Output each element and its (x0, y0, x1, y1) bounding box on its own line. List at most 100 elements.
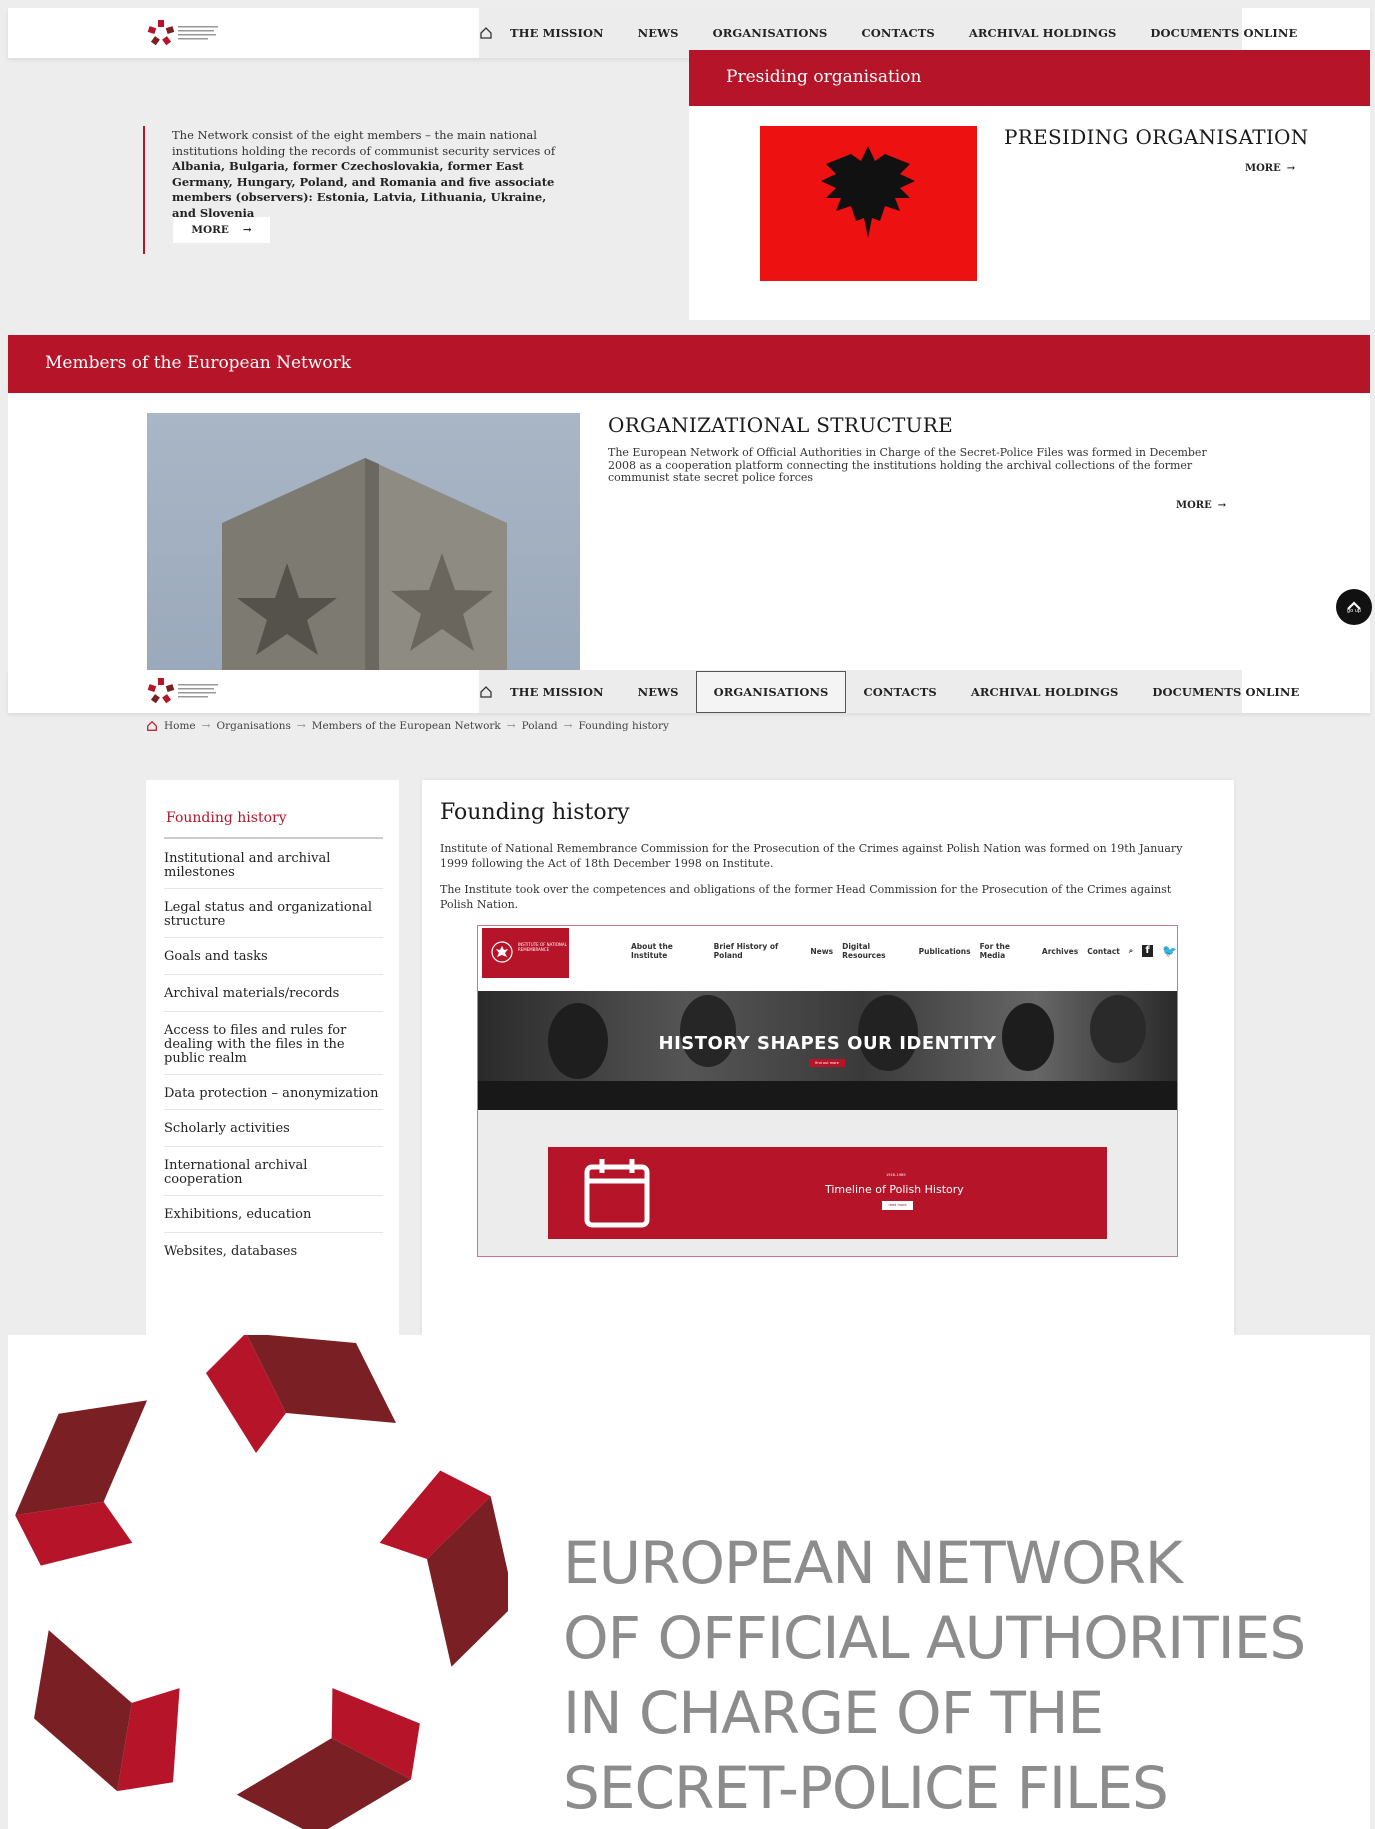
intro-text: The Network consist of the eight members… (172, 128, 567, 221)
network-logo-icon[interactable] (146, 676, 226, 706)
nav-news[interactable]: NEWS (621, 12, 696, 54)
ipn-timeline-card[interactable]: 1918–1989 Timeline of Polish History rea… (548, 1147, 1107, 1239)
sidebar-item-founding-history[interactable]: Founding history (166, 810, 287, 826)
sidebar-item-goals[interactable]: Goals and tasks (164, 938, 383, 975)
nav-the-mission[interactable]: THE MISSION (493, 12, 621, 54)
sidebar-item-international[interactable]: International archival cooperation (164, 1147, 383, 1196)
ipn-banner-button[interactable]: find out more (809, 1059, 845, 1067)
ipn-website-screenshot[interactable]: INSTITUTE OF NATIONAL REMEMBRANCE About … (477, 925, 1178, 1257)
nav-documents-online[interactable]: DOCUMENTS ONLINE (1135, 671, 1316, 713)
intro-more-label: MORE (191, 224, 229, 236)
main-menu: THE MISSION NEWS ORGANISATIONS CONTACTS … (479, 670, 1299, 713)
presiding-more-label: MORE (1245, 163, 1281, 174)
arrow-right-icon: → (1286, 163, 1296, 174)
network-name-line-2: OF OFFICIAL AUTHORITIES (563, 1604, 1306, 1672)
structure-title: ORGANIZATIONAL STRUCTURE (608, 413, 954, 437)
network-name-line-3: IN CHARGE OF THE (563, 1679, 1104, 1747)
ipn-banner: HISTORY SHAPES OUR IDENTITY find out mor… (478, 991, 1177, 1110)
nav-archival-holdings[interactable]: ARCHIVAL HOLDINGS (952, 12, 1134, 54)
ipn-menu-history[interactable]: Brief History of Poland (714, 942, 802, 960)
nav-news[interactable]: NEWS (621, 671, 696, 713)
arrow-right-icon: → (242, 224, 252, 236)
ipn-card-subtitle: 1918–1989 (886, 1173, 906, 1177)
nav-organisations[interactable]: ORGANISATIONS (696, 12, 845, 54)
intro-plain: The Network consist of the eight members… (172, 128, 556, 158)
breadcrumb-separator: → (201, 720, 211, 732)
intro-more-button[interactable]: MORE → (173, 217, 270, 243)
ipn-logo-text: INSTITUTE OF NATIONAL REMEMBRANCE (518, 942, 567, 952)
ipn-banner-title: HISTORY SHAPES OUR IDENTITY (658, 1033, 997, 1054)
network-name-line-1: EUROPEAN NETWORK (563, 1529, 1183, 1597)
ipn-card-button[interactable]: read more (882, 1201, 913, 1210)
breadcrumb-home[interactable]: Home (164, 720, 196, 732)
ipn-menu-contact[interactable]: Contact (1087, 947, 1120, 956)
presiding-header-label: Presiding organisation (726, 67, 922, 87)
members-header-label: Members of the European Network (45, 353, 352, 373)
intro-accent-bar (143, 126, 145, 254)
nav-the-mission[interactable]: THE MISSION (493, 671, 621, 713)
ipn-menu-media[interactable]: For the Media (980, 942, 1033, 960)
sidebar-item-exhibitions[interactable]: Exhibitions, education (164, 1196, 383, 1233)
breadcrumb: Home → Organisations → Members of the Eu… (146, 720, 669, 732)
arrow-right-icon: → (1217, 500, 1227, 511)
nav-documents-online[interactable]: DOCUMENTS ONLINE (1133, 12, 1314, 54)
article-paragraph-2: The Institute took over the competences … (440, 883, 1172, 911)
sidebar-item-milestones[interactable]: Institutional and archival milestones (164, 852, 383, 889)
sidebar-item-legal-status[interactable]: Legal status and organizational structur… (164, 889, 383, 938)
sidebar-divider (164, 837, 383, 839)
go-up-label: go up (1346, 608, 1362, 614)
members-header: Members of the European Network (8, 335, 1370, 393)
structure-more-label: MORE (1176, 500, 1212, 511)
breadcrumb-separator: → (296, 720, 306, 732)
ipn-logo: INSTITUTE OF NATIONAL REMEMBRANCE (482, 928, 569, 978)
ipn-menu-digital[interactable]: Digital Resources (842, 942, 910, 960)
presiding-title: PRESIDING ORGANISATION (1004, 125, 1309, 149)
sidebar-item-scholarly[interactable]: Scholarly activities (164, 1110, 383, 1147)
sidebar-item-data-protection[interactable]: Data protection – anonymization (164, 1075, 383, 1110)
breadcrumb-poland[interactable]: Poland (522, 720, 558, 732)
network-name: EUROPEAN NETWORK OF OFFICIAL AUTHORITIES… (563, 1526, 1306, 1826)
twitter-icon[interactable]: 🐦 (1162, 944, 1177, 958)
home-icon[interactable] (479, 670, 493, 713)
go-up-button[interactable]: go up (1336, 589, 1372, 625)
monument-photo[interactable] (147, 413, 580, 670)
breadcrumb-organisations[interactable]: Organisations (216, 720, 290, 732)
sidebar-item-archival-materials[interactable]: Archival materials/records (164, 975, 383, 1012)
facebook-icon[interactable]: f (1142, 945, 1154, 957)
breadcrumb-members[interactable]: Members of the European Network (312, 720, 501, 732)
ipn-menu-archives[interactable]: Archives (1042, 947, 1078, 956)
sidebar-item-websites[interactable]: Websites, databases (164, 1233, 383, 1267)
home-icon[interactable] (479, 8, 493, 58)
calendar-icon (584, 1159, 650, 1228)
home-icon[interactable] (146, 720, 158, 732)
structure-description: The European Network of Official Authori… (608, 446, 1207, 484)
sidebar-list: Institutional and archival milestones Le… (164, 852, 383, 1267)
sidebar-item-access-to-files[interactable]: Access to files and rules for dealing wi… (164, 1012, 383, 1075)
search-icon[interactable]: ⌕ (1129, 946, 1133, 956)
albania-flag-icon[interactable] (760, 126, 977, 281)
structure-more-link[interactable]: MORE → (1176, 500, 1226, 511)
presiding-more-link[interactable]: MORE → (1245, 163, 1295, 174)
article-title: Founding history (440, 800, 630, 825)
nav-archival-holdings[interactable]: ARCHIVAL HOLDINGS (954, 671, 1136, 713)
ipn-menu: About the Institute Brief History of Pol… (631, 942, 1177, 960)
breadcrumb-current: Founding history (578, 720, 669, 732)
network-name-line-4: SECRET-POLICE FILES (563, 1754, 1169, 1822)
nav-contacts[interactable]: CONTACTS (846, 671, 953, 713)
sidebar: Founding history Institutional and archi… (146, 780, 399, 1335)
network-logo-icon[interactable] (146, 18, 226, 48)
eagle-emblem-icon (491, 941, 513, 963)
ipn-menu-about[interactable]: About the Institute (631, 942, 705, 960)
breadcrumb-separator: → (563, 720, 573, 732)
nav-organisations-active[interactable]: ORGANISATIONS (695, 670, 847, 713)
ipn-menu-news[interactable]: News (810, 947, 833, 956)
breadcrumb-separator: → (506, 720, 516, 732)
nav-contacts[interactable]: CONTACTS (844, 12, 951, 54)
ipn-card-title: Timeline of Polish History (825, 1183, 964, 1196)
intro-bold: Albania, Bulgaria, former Czechoslovakia… (172, 159, 555, 220)
ipn-navbar: INSTITUTE OF NATIONAL REMEMBRANCE About … (478, 926, 1177, 991)
article-paragraph-1: Institute of National Remembrance Commis… (440, 842, 1183, 870)
ipn-menu-publications[interactable]: Publications (919, 947, 971, 956)
presiding-header: Presiding organisation (689, 50, 1370, 106)
network-star-logo-icon (15, 1335, 508, 1829)
